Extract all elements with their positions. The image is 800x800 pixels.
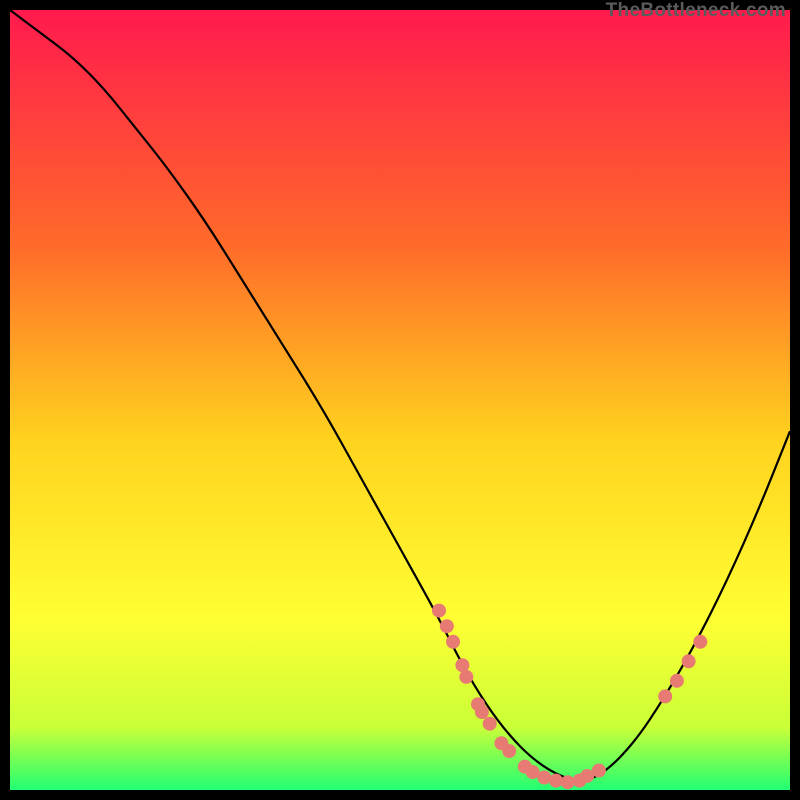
data-dot [592, 764, 606, 778]
data-dot [693, 635, 707, 649]
data-dot [670, 674, 684, 688]
chart-svg [10, 10, 790, 790]
data-dot [432, 604, 446, 618]
data-dot [483, 717, 497, 731]
data-dot [446, 635, 460, 649]
data-dot [459, 670, 473, 684]
gradient-background [10, 10, 790, 790]
data-dot [682, 654, 696, 668]
data-dot [502, 744, 516, 758]
data-dot [658, 689, 672, 703]
data-dot [440, 619, 454, 633]
data-dot [537, 771, 551, 785]
bottleneck-chart [10, 10, 790, 790]
data-dot [475, 705, 489, 719]
watermark-text: TheBottleneck.com [606, 0, 786, 22]
